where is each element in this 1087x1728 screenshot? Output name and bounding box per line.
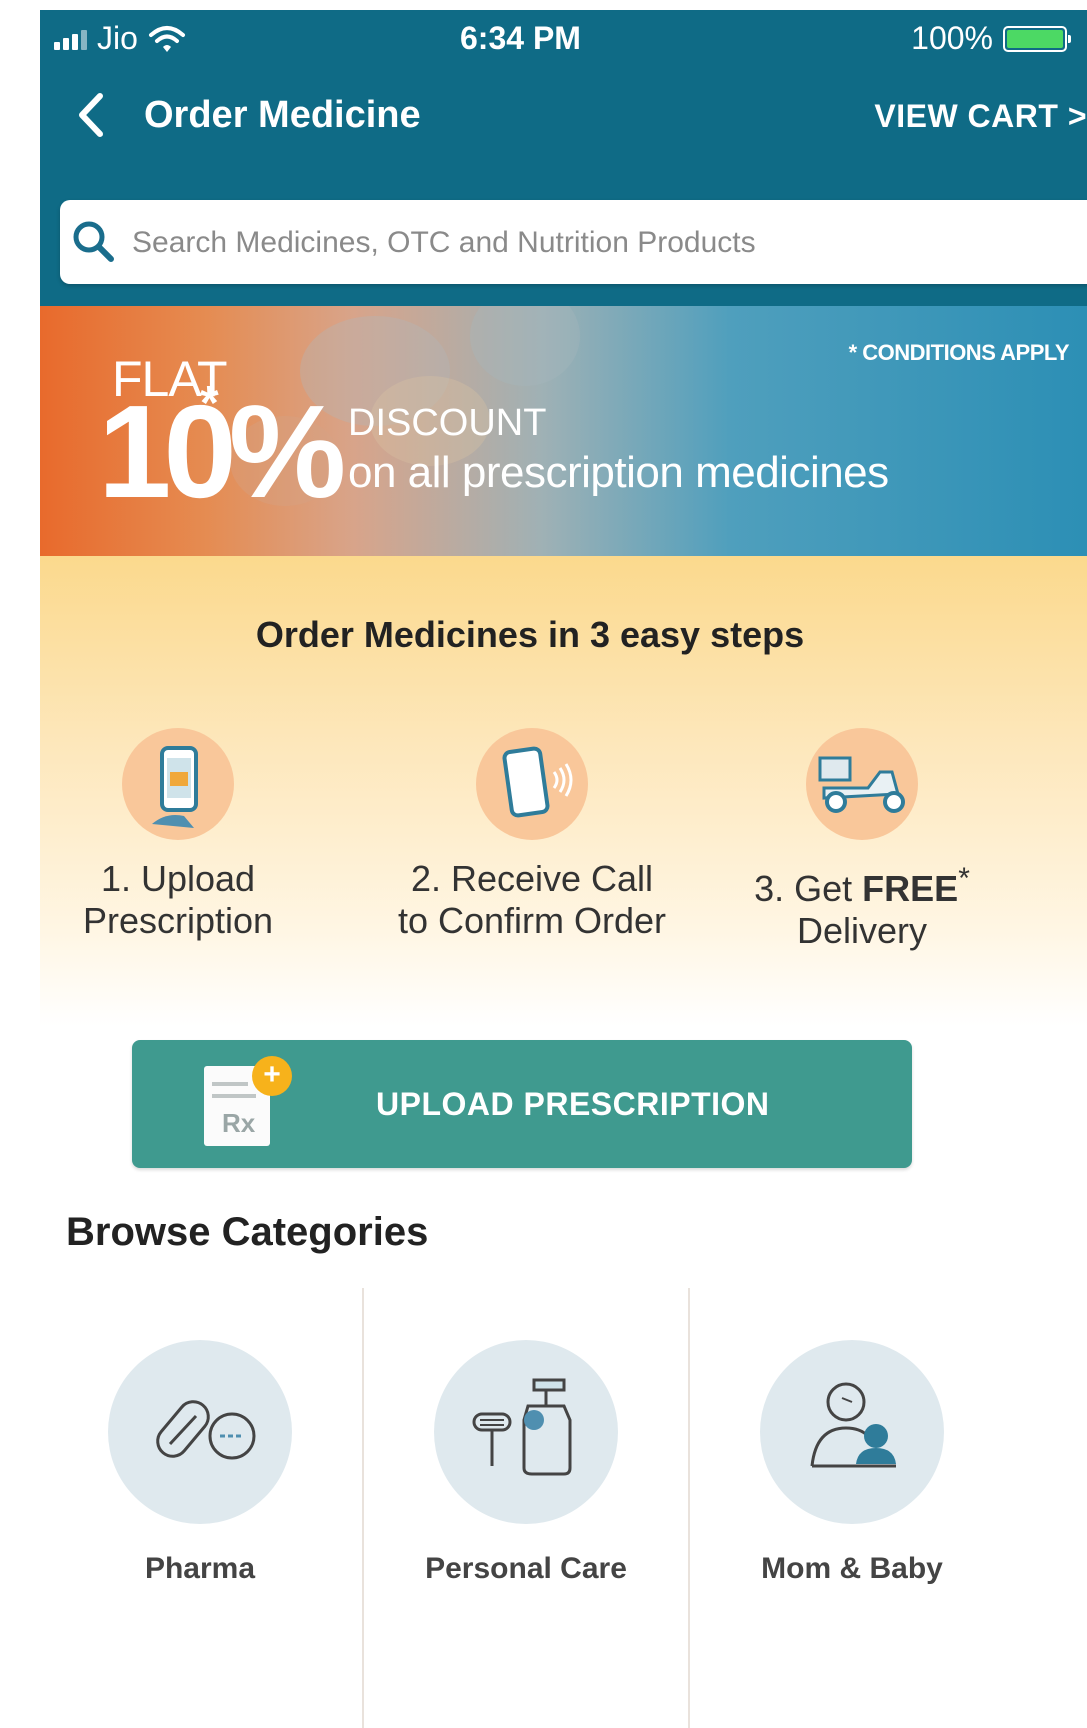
category-mom-baby[interactable]: Mom & Baby xyxy=(692,1340,1012,1586)
page-title: Order Medicine xyxy=(144,94,421,136)
step-receive-call: 2. Receive Call to Confirm Order xyxy=(382,728,682,942)
back-arrow-icon[interactable] xyxy=(68,90,118,140)
step-3-free: FREE xyxy=(862,868,959,909)
view-cart-button[interactable]: VIEW CART > xyxy=(874,98,1087,135)
category-divider xyxy=(362,1288,364,1728)
upload-prescription-label: UPLOAD PRESCRIPTION xyxy=(376,1086,770,1122)
step-3-prefix: 3. Get xyxy=(754,868,863,909)
step-3-line2: Delivery xyxy=(796,910,928,951)
discount-banner[interactable]: FLAT 10% * DISCOUNT on all prescription … xyxy=(40,306,1087,556)
category-personal-care[interactable]: Personal Care xyxy=(366,1340,686,1586)
battery-icon xyxy=(1003,25,1071,52)
wifi-icon xyxy=(148,25,185,52)
search-bar[interactable] xyxy=(60,200,1087,284)
step-1-line1: 1. Upload xyxy=(100,858,256,899)
steps-title: Order Medicines in 3 easy steps xyxy=(255,614,805,655)
browse-categories-title: Browse Categories xyxy=(66,1210,429,1254)
app-header: Jio 6:34 PM 100% Order Medicine VIEW CAR… xyxy=(40,10,1087,306)
banner-discount-text: DISCOUNT xyxy=(348,402,547,444)
phone-upload-icon xyxy=(122,728,234,840)
app-screen: Jio 6:34 PM 100% Order Medicine VIEW CAR… xyxy=(40,10,1087,1728)
personal-care-icon xyxy=(434,1340,618,1524)
banner-conditions: * CONDITIONS APPLY xyxy=(848,340,1070,365)
delivery-scooter-icon xyxy=(806,728,918,840)
plus-icon: + xyxy=(252,1056,292,1096)
upload-prescription-button[interactable]: Rx + UPLOAD PRESCRIPTION xyxy=(132,1040,912,1168)
rx-text: Rx xyxy=(222,1108,256,1138)
category-label: Mom & Baby xyxy=(761,1552,943,1585)
phone-ringing-icon xyxy=(476,728,588,840)
category-pharma[interactable]: Pharma xyxy=(40,1340,360,1586)
step-3-asterisk: * xyxy=(958,862,970,895)
category-label: Personal Care xyxy=(425,1552,627,1585)
search-icon xyxy=(73,221,114,262)
order-steps-section: Order Medicines in 3 easy steps 1. Uploa… xyxy=(40,556,1087,1026)
signal-icon xyxy=(54,28,87,50)
category-label: Pharma xyxy=(144,1552,256,1585)
nav-bar: Order Medicine VIEW CART > xyxy=(40,82,1087,152)
status-time: 6:34 PM xyxy=(460,20,581,56)
mom-baby-icon xyxy=(760,1340,944,1524)
step-2-line1: 2. Receive Call xyxy=(410,858,654,899)
step-1-line2: Prescription xyxy=(82,900,274,941)
banner-asterisk: * xyxy=(200,377,219,430)
pills-icon xyxy=(108,1340,292,1524)
status-bar: Jio 6:34 PM 100% xyxy=(40,10,1087,70)
category-divider xyxy=(688,1288,690,1728)
step-free-delivery: 3. Get FREE* Delivery xyxy=(752,728,972,952)
banner-subtitle: on all prescription medicines xyxy=(348,448,889,497)
search-input[interactable] xyxy=(130,214,1074,272)
step-upload: 1. Upload Prescription xyxy=(78,728,278,942)
battery-percent: 100% xyxy=(911,20,993,56)
step-2-line2: to Confirm Order xyxy=(397,900,667,941)
carrier-name: Jio xyxy=(97,20,138,56)
